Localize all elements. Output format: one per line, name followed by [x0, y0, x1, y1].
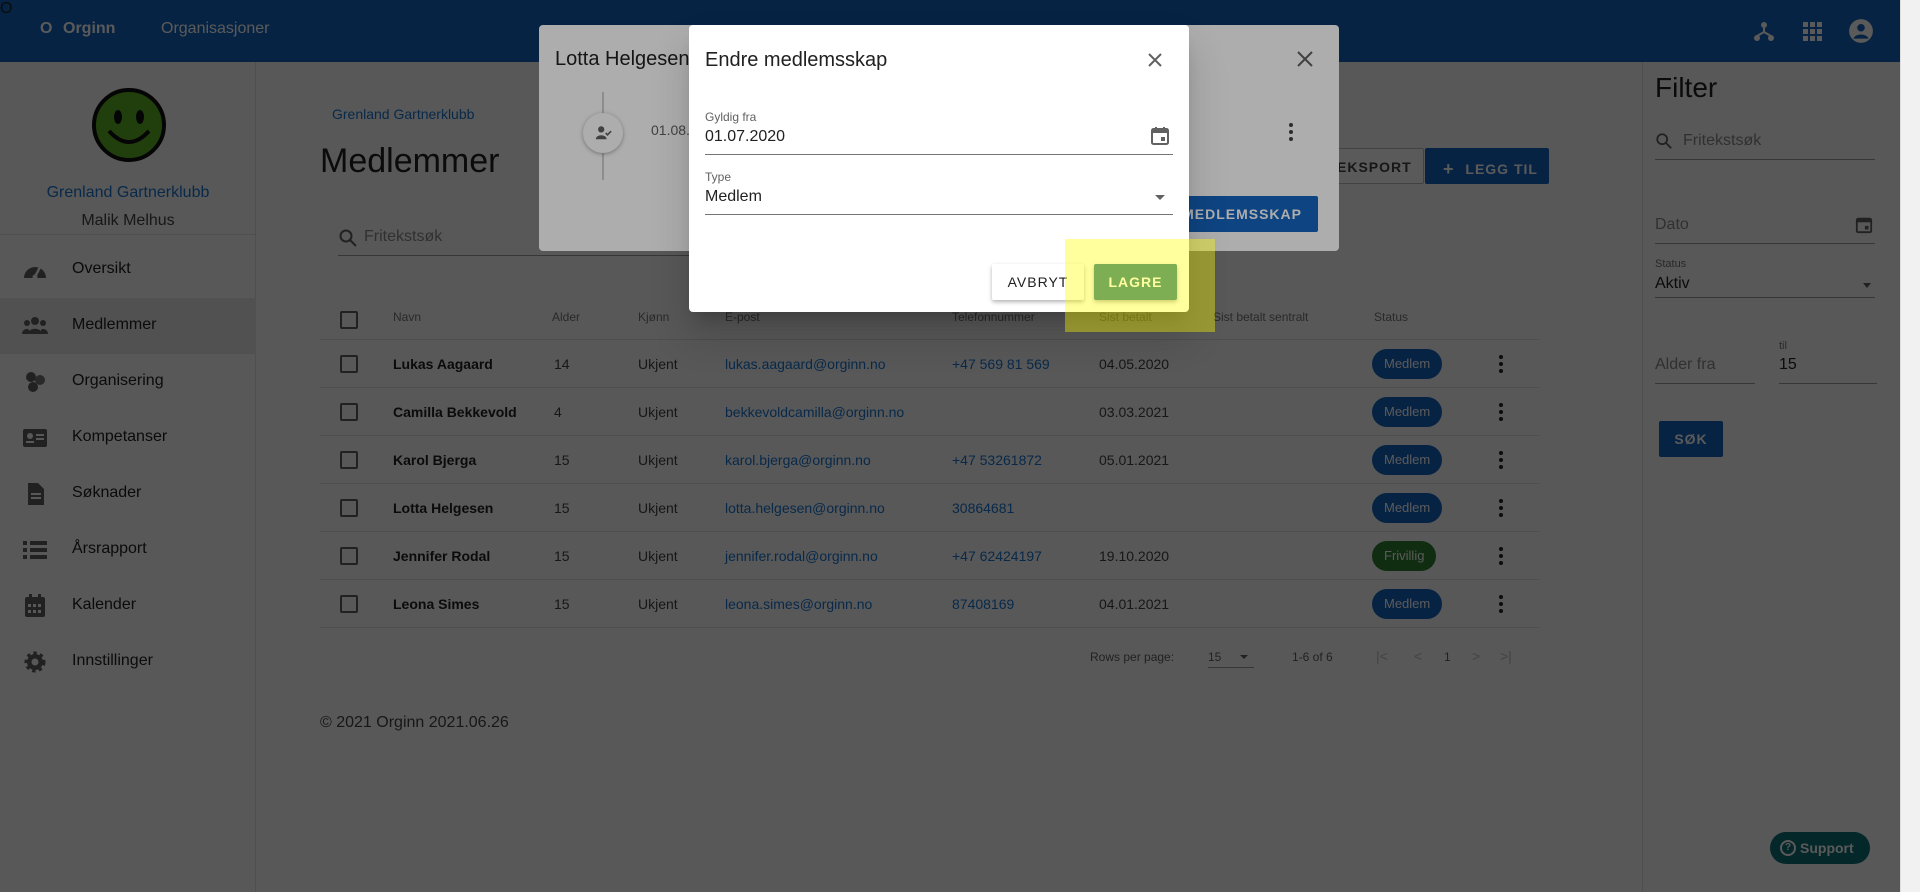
- edit-membership-dialog: Endre medlemsskap Gyldig fra 01.07.2020 …: [689, 25, 1215, 332]
- type-underline: [705, 214, 1173, 215]
- type-select[interactable]: Medlem: [705, 188, 762, 206]
- dialog-title: Endre medlemsskap: [705, 49, 888, 71]
- click-highlight: [1065, 239, 1215, 332]
- valid-from-field[interactable]: 01.07.2020: [705, 128, 785, 146]
- type-label: Type: [705, 170, 732, 184]
- valid-from-label: Gyldig fra: [705, 110, 757, 124]
- calendar-icon[interactable]: [1150, 126, 1170, 146]
- close-icon[interactable]: [1145, 50, 1165, 70]
- caret-down-icon[interactable]: [1155, 195, 1165, 200]
- valid-from-underline: [705, 154, 1173, 155]
- window-scrollbar[interactable]: [1900, 0, 1920, 892]
